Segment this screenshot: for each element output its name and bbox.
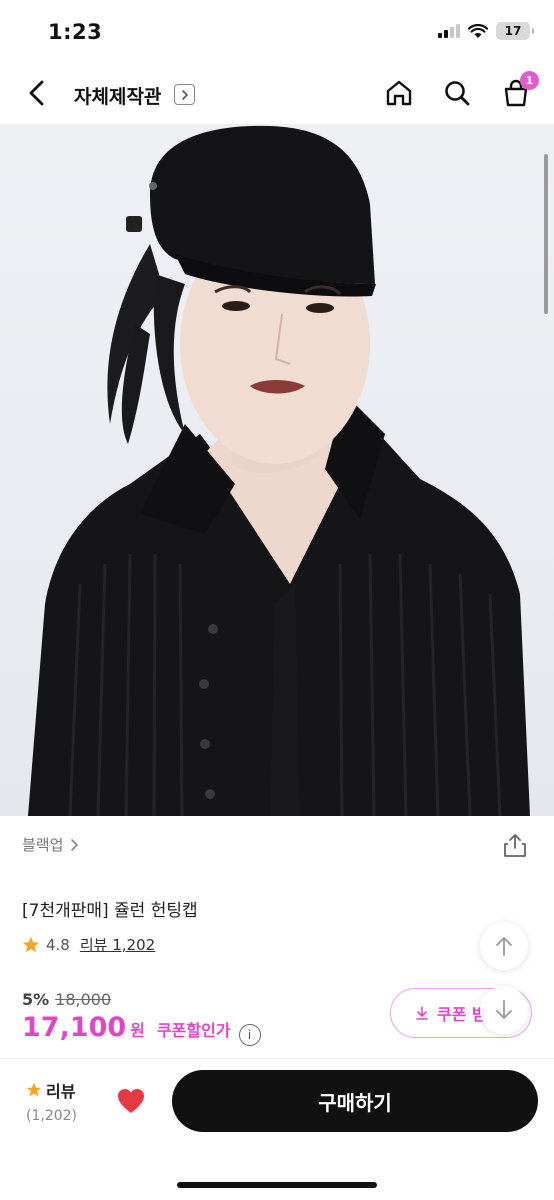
original-price: 18,000 (55, 990, 112, 1009)
cart-count-badge: 1 (520, 71, 539, 90)
chevron-right-icon (181, 89, 188, 100)
scroll-down-button[interactable] (480, 986, 528, 1034)
rating-row: 4.8 리뷰 1,202 (22, 934, 155, 955)
buy-button[interactable]: 구매하기 (172, 1070, 538, 1132)
discount-rate: 5% (22, 990, 50, 1009)
battery-icon: 17 (496, 22, 534, 40)
home-icon (386, 80, 412, 106)
cart-button[interactable]: 1 (497, 71, 539, 112)
store-link-button[interactable] (174, 84, 195, 105)
status-icons: 17 (438, 22, 534, 40)
brand-name: 블랙업 (22, 836, 64, 854)
sale-price: 17,100 (22, 1012, 127, 1043)
status-time: 1:23 (48, 20, 103, 44)
brand-link[interactable]: 블랙업 (22, 834, 79, 855)
review-tab-header: 리뷰 (26, 1078, 75, 1102)
discount-row: 5% 18,000 (22, 990, 111, 1009)
product-photo (28, 125, 530, 816)
share-icon (504, 834, 526, 857)
back-button[interactable] (20, 76, 54, 110)
download-icon (416, 1006, 428, 1020)
search-icon (445, 81, 470, 106)
info-icon[interactable]: i (238, 1024, 261, 1046)
cellular-signal-icon (438, 24, 460, 38)
product-image[interactable] (0, 124, 554, 816)
review-link[interactable]: 리뷰 1,202 (80, 934, 155, 955)
battery-level: 17 (504, 24, 522, 38)
review-tab[interactable]: 리뷰 (1,202) (26, 1078, 82, 1124)
currency-unit: 원 (130, 1021, 145, 1040)
scroll-top-button[interactable] (480, 922, 528, 970)
star-icon (22, 936, 40, 952)
heart-icon (118, 1089, 144, 1113)
home-indicator (177, 1182, 377, 1188)
price-row: 17,100 원 쿠폰할인가 i (22, 1012, 261, 1046)
search-button[interactable] (438, 74, 476, 112)
chevron-right-icon (71, 838, 79, 851)
share-button[interactable] (502, 832, 528, 858)
top-nav-bar: 자체제작관 1 (0, 62, 554, 124)
star-icon (26, 1082, 42, 1097)
wifi-icon (468, 23, 488, 38)
rating-value: 4.8 (46, 935, 70, 954)
review-tab-label: 리뷰 (46, 1082, 76, 1101)
store-name[interactable]: 자체제작관 (74, 82, 161, 109)
arrow-down-icon (496, 1000, 512, 1019)
chevron-left-icon (29, 80, 44, 106)
coupon-price-label: 쿠폰할인가 (156, 1021, 231, 1040)
home-button[interactable] (380, 74, 418, 112)
like-button[interactable] (114, 1084, 148, 1118)
review-count: (1,202) (26, 1108, 78, 1124)
product-title: [7천개판매] 쥴런 헌팅캡 (22, 901, 198, 921)
status-bar: 1:23 17 (0, 0, 554, 62)
image-scroll-indicator (544, 154, 548, 314)
arrow-up-icon (496, 937, 512, 956)
